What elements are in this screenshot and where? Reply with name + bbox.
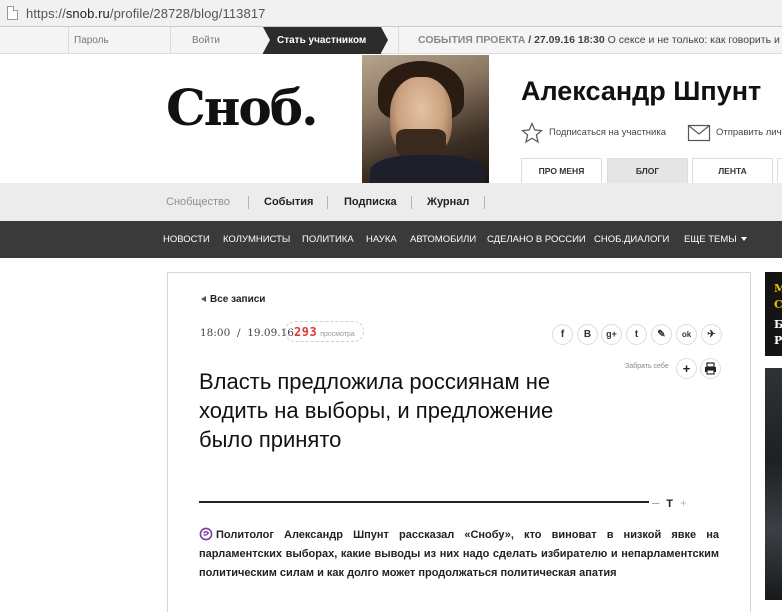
divider bbox=[327, 196, 328, 209]
envelope-icon bbox=[687, 124, 711, 142]
nav-subscription[interactable]: Подписка bbox=[344, 183, 397, 221]
font-decrease-button[interactable]: – bbox=[652, 495, 659, 510]
article-title: Власть предложила россиянам не ходить на… bbox=[199, 369, 554, 452]
snob-mark-icon bbox=[199, 527, 213, 541]
subscribe-label: Подписаться на участника bbox=[549, 127, 667, 138]
font-size-control[interactable]: – Т + bbox=[652, 495, 687, 510]
divider bbox=[398, 27, 399, 54]
tab-about-me[interactable]: ПРО МЕНЯ bbox=[521, 158, 602, 183]
nav-community[interactable]: Снобщество bbox=[166, 183, 230, 221]
page-icon bbox=[7, 6, 18, 20]
tab-feed[interactable]: ЛЕНТА bbox=[692, 158, 773, 183]
title-divider bbox=[199, 501, 649, 503]
font-increase-button[interactable]: + bbox=[680, 496, 687, 510]
url-text[interactable]: https://snob.ru/profile/28728/blog/11381… bbox=[26, 6, 266, 21]
more-topics-label: ЕЩЕ ТЕМЫ bbox=[684, 234, 737, 245]
project-top-bar: Пароль Войти Стать участником СОБЫТИЯ ПР… bbox=[0, 27, 782, 54]
add-icon[interactable]: + bbox=[676, 358, 697, 379]
divider bbox=[170, 27, 171, 54]
topic-more-dropdown[interactable]: ЕЩЕ ТЕМЫ bbox=[684, 221, 747, 258]
share-odnoklassniki-icon[interactable]: ok bbox=[676, 324, 697, 345]
nav-magazine[interactable]: Журнал bbox=[427, 183, 469, 221]
divider bbox=[411, 196, 412, 209]
views-label: просмотра bbox=[320, 331, 355, 338]
login-link[interactable]: Войти bbox=[192, 27, 220, 54]
join-button[interactable]: Стать участником bbox=[263, 27, 388, 54]
print-icon[interactable] bbox=[700, 358, 721, 379]
sidebar-image[interactable] bbox=[765, 368, 782, 600]
main-topics-nav: НОВОСТИ КОЛУМНИСТЫ ПОЛИТИКА НАУКА АВТОМО… bbox=[0, 221, 782, 258]
divider bbox=[484, 196, 485, 209]
share-telegram-icon[interactable]: ✈ bbox=[701, 324, 722, 345]
all-posts-link[interactable]: Все записи bbox=[201, 294, 265, 305]
events-date: / 27.09.16 18:30 bbox=[528, 34, 605, 46]
post-time: 18:00 bbox=[200, 327, 231, 339]
snob-logo[interactable]: Сноб. bbox=[166, 78, 318, 137]
share-googleplus-icon[interactable]: g+ bbox=[601, 324, 622, 345]
share-twitter-icon[interactable]: t bbox=[626, 324, 647, 345]
community-nav: Снобщество События Подписка Журнал bbox=[0, 183, 782, 392]
topic-columnists[interactable]: КОЛУМНИСТЫ bbox=[223, 221, 290, 258]
topic-cars[interactable]: АВТОМОБИЛИ bbox=[410, 221, 476, 258]
views-counter: 293 просмотра bbox=[285, 321, 364, 342]
divider bbox=[248, 196, 249, 209]
back-arrow-icon bbox=[201, 296, 206, 302]
tab-more[interactable] bbox=[777, 158, 782, 183]
topic-news[interactable]: НОВОСТИ bbox=[163, 221, 210, 258]
share-facebook-icon[interactable]: f bbox=[552, 324, 573, 345]
lead-text: Политолог Александр Шпунт рассказал «Сно… bbox=[199, 529, 719, 579]
share-vk-icon[interactable]: В bbox=[577, 324, 598, 345]
browser-url-bar[interactable]: https://snob.ru/profile/28728/blog/11381… bbox=[0, 0, 782, 27]
tab-blog[interactable]: БЛОГ bbox=[607, 158, 688, 183]
password-link[interactable]: Пароль bbox=[74, 27, 109, 54]
save-to-self-label: Забрать себе bbox=[625, 363, 669, 370]
post-datetime: 18:00 / 19.09.16 bbox=[200, 327, 294, 339]
article-lead: Политолог Александр Шпунт рассказал «Сно… bbox=[199, 526, 719, 583]
events-text: О сексе и не только: как говорить и с че… bbox=[607, 34, 782, 46]
nav-events[interactable]: События bbox=[264, 183, 313, 221]
views-count: 293 bbox=[294, 325, 318, 339]
author-photo bbox=[362, 55, 489, 183]
topic-politics[interactable]: ПОЛИТИКА bbox=[302, 221, 354, 258]
all-posts-label: Все записи bbox=[210, 294, 266, 305]
topic-snob-dialogs[interactable]: СНОБ.ДИАЛОГИ bbox=[594, 221, 669, 258]
author-name: Александр Шпунт bbox=[521, 76, 762, 106]
sidebar-promo[interactable]: М С Б Р bbox=[765, 272, 782, 356]
divider bbox=[68, 27, 69, 54]
star-icon bbox=[521, 122, 543, 144]
share-livejournal-icon[interactable]: ✎ bbox=[651, 324, 672, 345]
send-message-label: Отправить личн bbox=[716, 127, 782, 138]
topic-science[interactable]: НАУКА bbox=[366, 221, 397, 258]
font-size-icon: Т bbox=[666, 498, 673, 510]
chevron-down-icon bbox=[740, 237, 747, 242]
project-events-ticker[interactable]: СОБЫТИЯ ПРОЕКТА / 27.09.16 18:30 О сексе… bbox=[418, 27, 782, 54]
events-label: СОБЫТИЯ ПРОЕКТА bbox=[418, 34, 526, 46]
topic-made-in-russia[interactable]: СДЕЛАНО В РОССИИ bbox=[487, 221, 586, 258]
